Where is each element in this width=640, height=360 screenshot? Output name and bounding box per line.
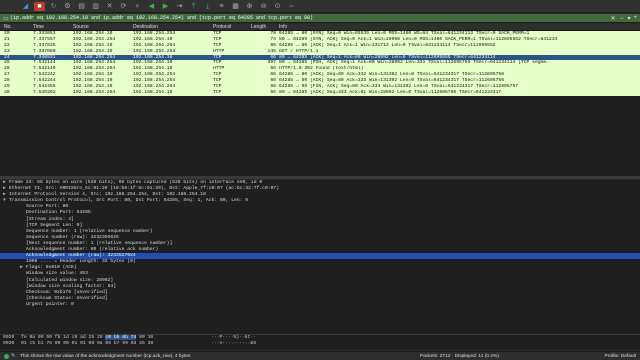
detail-text: [Stream index: 4] xyxy=(26,216,74,222)
column-header-info[interactable]: Info xyxy=(278,24,640,30)
detail-text: Acknowledgment number (raw): 3233527924 xyxy=(26,253,136,259)
pane-splitter[interactable] xyxy=(0,176,640,179)
stop-capture-icon[interactable]: ■ xyxy=(34,1,45,11)
expert-info-icon[interactable] xyxy=(4,353,9,359)
go-forward-icon[interactable]: ▶ xyxy=(160,2,171,11)
hex-row[interactable]: 0030 01 c5 b1 76 00 00 01 01 08 0a 06 b7 … xyxy=(0,341,640,347)
detail-line[interactable]: Urgent pointer: 0 xyxy=(0,302,640,308)
go-back-icon[interactable]: ◀ xyxy=(146,2,157,11)
detail-text: Frame 24: 66 bytes on wire (528 bits), 6… xyxy=(9,180,263,185)
display-filter-input[interactable]: (ip.addr eq 192.168.254.10 and ip.addr e… xyxy=(10,15,313,21)
go-to-packet-icon[interactable]: ⇥ xyxy=(174,2,185,11)
packet-rows: 20 7.333053 192.168.254.10 192.168.254.254 T… xyxy=(0,31,640,96)
zoom-out-icon[interactable]: ⊖ xyxy=(258,2,269,11)
detail-text: [Checksum Status: Unverified] xyxy=(26,295,108,301)
detail-text: Sequence number: 1 (relative sequence nu… xyxy=(26,228,153,234)
packet-row[interactable]: 30 7.545292 192.168.254.254 192.168.254.10 T… xyxy=(0,89,640,96)
column-header-source[interactable]: Source xyxy=(72,24,132,30)
packet-cell-no: 30 xyxy=(4,89,10,95)
column-header-length[interactable]: Length xyxy=(250,24,278,30)
hex-bytes-plain: 01 c5 b1 76 00 00 01 01 08 0a 06 b7 99 0… xyxy=(21,341,154,346)
detail-text: Internet Protocol Version 4, Src: 192.16… xyxy=(9,192,206,198)
apply-filter-icon[interactable]: → xyxy=(618,15,624,22)
detail-text: Acknowledgment number: 80 (relative ack … xyxy=(26,247,159,253)
restart-capture-icon[interactable]: ↻ xyxy=(48,2,59,11)
packet-cell-proto: TCP xyxy=(213,89,222,95)
detail-text: Urgent pointer: 0 xyxy=(26,301,74,307)
hex-bytes-plain: 80 10 xyxy=(136,335,154,340)
profile-indicator[interactable]: Profile: Default xyxy=(580,354,640,359)
capture-comment-icon[interactable]: ✎ xyxy=(11,353,16,359)
hex-bytes-selected: c0 bb 6b 74 xyxy=(105,335,137,340)
last-packet-icon[interactable]: ⤓ xyxy=(202,2,213,11)
colorize-icon[interactable]: ▦ xyxy=(230,2,241,11)
packet-count: Packets: 2712 · Displayed: 11 (0.4%) xyxy=(420,353,499,359)
packet-cell-src: 192.168.254.254 xyxy=(73,89,116,95)
find-packet-icon[interactable]: ⌕ xyxy=(132,2,143,11)
detail-text: Ethernet II, Src: ARRISGro_5c:91:20 (18:… xyxy=(9,186,280,192)
detail-text: Checksum: 0xb176 [unverified] xyxy=(26,289,108,295)
filter-dropdown-icon[interactable]: ▾ xyxy=(627,15,630,22)
detail-text: Sequence number (raw): 3232355625 xyxy=(26,234,119,240)
packet-list: No. Time Source Destination Protocol Len… xyxy=(0,24,640,176)
bookmark-icon[interactable]: ▭ xyxy=(3,15,10,22)
clear-filter-icon[interactable]: ✕ xyxy=(610,15,615,22)
detail-text: [TCP Segment Len: 0] xyxy=(26,222,83,228)
detail-text: Destination Port: 64285 xyxy=(26,210,91,216)
capture-options-icon[interactable]: ⚙ xyxy=(62,2,73,11)
status-message: This shows the raw value of the acknowle… xyxy=(20,353,191,359)
first-packet-icon[interactable]: ⤒ xyxy=(188,2,199,11)
zoom-in-icon[interactable]: ⊕ xyxy=(244,2,255,11)
column-header-destination[interactable]: Destination xyxy=(132,24,212,30)
detail-text: [Calculated window size: 28992] xyxy=(26,277,114,283)
save-file-icon[interactable]: ▥ xyxy=(90,2,101,11)
hex-offset: 0030 xyxy=(3,341,15,346)
display-filter-bar[interactable]: ▭ (ip.addr eq 192.168.254.10 and ip.addr… xyxy=(0,14,640,23)
packet-detail-tree: ▶ Frame 24: 66 bytes on wire (528 bits), … xyxy=(0,180,640,308)
detail-text: Source Port: 80 xyxy=(26,204,69,210)
packet-cell-len: 66 xyxy=(270,89,276,95)
hex-bytes-plain: fe 0a 00 50 fb 1d c0 ad 25 29 xyxy=(21,335,106,340)
detail-text: Flags: 0x010 (ACK) xyxy=(26,265,77,271)
reload-file-icon[interactable]: ⟳ xyxy=(118,2,129,11)
packet-list-header: No. Time Source Destination Protocol Len… xyxy=(0,24,640,31)
detail-text: Transmission Control Protocol, Src Port:… xyxy=(9,198,249,204)
start-capture-icon[interactable]: ◢ xyxy=(20,2,31,11)
hex-dump: 0020 fe 0a 00 50 fb 1d c0 ad 25 29 c0 bb … xyxy=(0,335,640,347)
detail-text: Window size value: 453 xyxy=(26,271,88,277)
hex-ascii: ···v··········&8 xyxy=(211,341,257,346)
autoscroll-icon[interactable]: ≡ xyxy=(216,2,227,11)
detail-text: 1000 .... = Header Length: 32 bytes (8) xyxy=(26,259,136,265)
open-file-icon[interactable]: ▤ xyxy=(76,2,87,11)
hex-bytes: 01 c5 b1 76 00 00 01 01 08 0a 06 b7 99 0… xyxy=(21,341,211,347)
packet-cell-info: 80 → 64285 [ACK] Seq=333 Ack=81 Win=2899… xyxy=(279,89,502,95)
column-header-no[interactable]: No. xyxy=(0,24,32,30)
packet-cell-time: 7.545292 xyxy=(33,89,56,95)
column-header-protocol[interactable]: Protocol xyxy=(212,24,250,30)
close-file-icon[interactable]: ✕ xyxy=(104,2,115,11)
add-filter-button-icon[interactable]: + xyxy=(633,15,637,22)
packet-bytes-pane: 0020 fe 0a 00 50 fb 1d c0 ad 25 29 c0 bb … xyxy=(0,334,640,350)
packet-details-pane: ▶ Frame 24: 66 bytes on wire (528 bits), … xyxy=(0,180,640,334)
detail-text: [Window size scaling factor: 64] xyxy=(26,283,117,289)
wireshark-window: ◢ ■ ↻ ⚙ ▤ ▥ ✕ ⟳ ⌕ ◀ ▶ ⇥ ⤒ ⤓ ≡ ▦ ⊕ ⊖ ⊙ ⇔ … xyxy=(0,0,640,360)
column-header-time[interactable]: Time xyxy=(32,24,72,30)
normal-size-icon[interactable]: ⊙ xyxy=(272,2,283,11)
detail-text: [Next sequence number: 1 (relative seque… xyxy=(26,240,173,246)
packet-cell-dst: 192.168.254.10 xyxy=(133,89,173,95)
resize-columns-icon[interactable]: ⇔ xyxy=(286,2,297,11)
status-bar: ✎ This shows the raw value of the acknow… xyxy=(0,351,640,360)
main-toolbar: ◢ ■ ↻ ⚙ ▤ ▥ ✕ ⟳ ⌕ ◀ ▶ ⇥ ⤒ ⤓ ≡ ▦ ⊕ ⊖ ⊙ ⇔ xyxy=(0,0,640,13)
